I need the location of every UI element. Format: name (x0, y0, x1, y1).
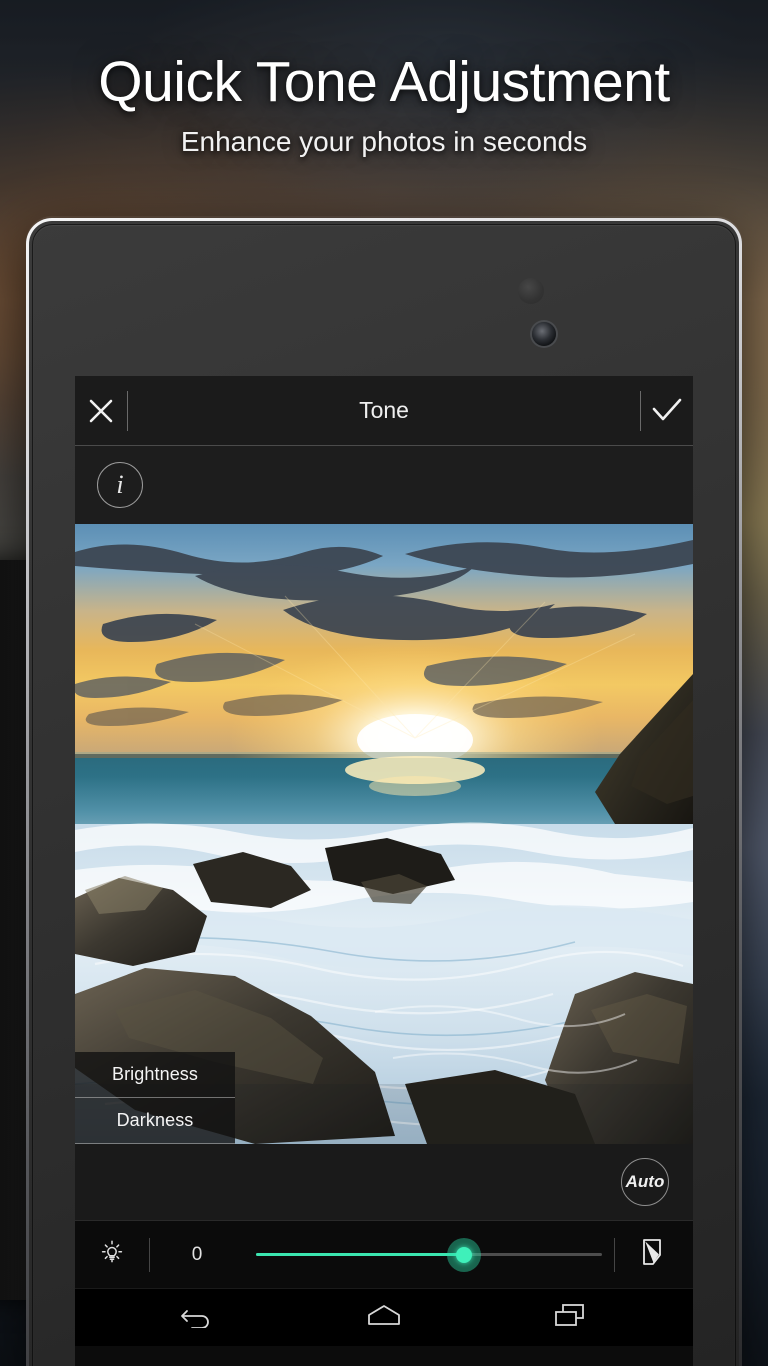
brightness-bulb-button[interactable] (75, 1238, 149, 1271)
toolbar-right-group (640, 376, 693, 446)
auto-button-label: Auto (625, 1172, 665, 1191)
menu-item-label: Darkness (116, 1110, 194, 1130)
promo-text-block: Quick Tone Adjustment Enhance your photo… (0, 50, 768, 158)
close-button[interactable] (75, 376, 127, 446)
info-row: i (75, 446, 693, 524)
page-title: Tone (359, 397, 409, 423)
adjustment-menu: Brightness Darkness Exposure Contrast (75, 1052, 235, 1144)
device-screen: Tone i Brightness Darkness Auto 0 (75, 376, 693, 1366)
nav-recents-button[interactable] (542, 1295, 598, 1341)
compare-page-curl-icon (640, 1237, 668, 1272)
app-toolbar: Tone (75, 376, 693, 446)
menu-item-brightness[interactable]: Brightness (75, 1052, 235, 1098)
slider-control[interactable] (244, 1237, 614, 1272)
nav-home-button[interactable] (356, 1295, 412, 1341)
slider-bar: 0 (75, 1220, 693, 1288)
info-button[interactable]: i (97, 462, 143, 508)
slider-fill (256, 1253, 464, 1256)
promo-headline: Quick Tone Adjustment (98, 50, 670, 114)
nav-back-button[interactable] (170, 1295, 226, 1341)
check-icon (650, 396, 684, 426)
menu-item-darkness[interactable]: Darkness (75, 1098, 235, 1144)
promo-subheadline: Enhance your photos in seconds (180, 125, 588, 157)
front-camera-icon (532, 322, 556, 346)
auto-bar: Auto (75, 1144, 693, 1220)
menu-item-label: Brightness (111, 1064, 199, 1084)
slider-thumb[interactable] (446, 1237, 481, 1272)
photo-image (75, 524, 693, 1144)
android-navigation-bar (75, 1288, 693, 1346)
close-icon (86, 396, 116, 426)
slider-track[interactable] (256, 1237, 602, 1272)
confirm-button[interactable] (641, 376, 693, 446)
info-icon: i (116, 470, 124, 499)
brightness-bulb-icon (98, 1238, 126, 1271)
proximity-sensor-icon (518, 278, 544, 304)
home-icon (364, 1302, 404, 1333)
auto-button[interactable]: Auto (621, 1158, 669, 1206)
compare-button[interactable] (615, 1237, 693, 1272)
recents-icon (553, 1302, 587, 1333)
back-icon (180, 1302, 216, 1333)
photo-preview[interactable]: Brightness Darkness Exposure Contrast (75, 524, 693, 1144)
slider-value: 0 (191, 1243, 203, 1265)
